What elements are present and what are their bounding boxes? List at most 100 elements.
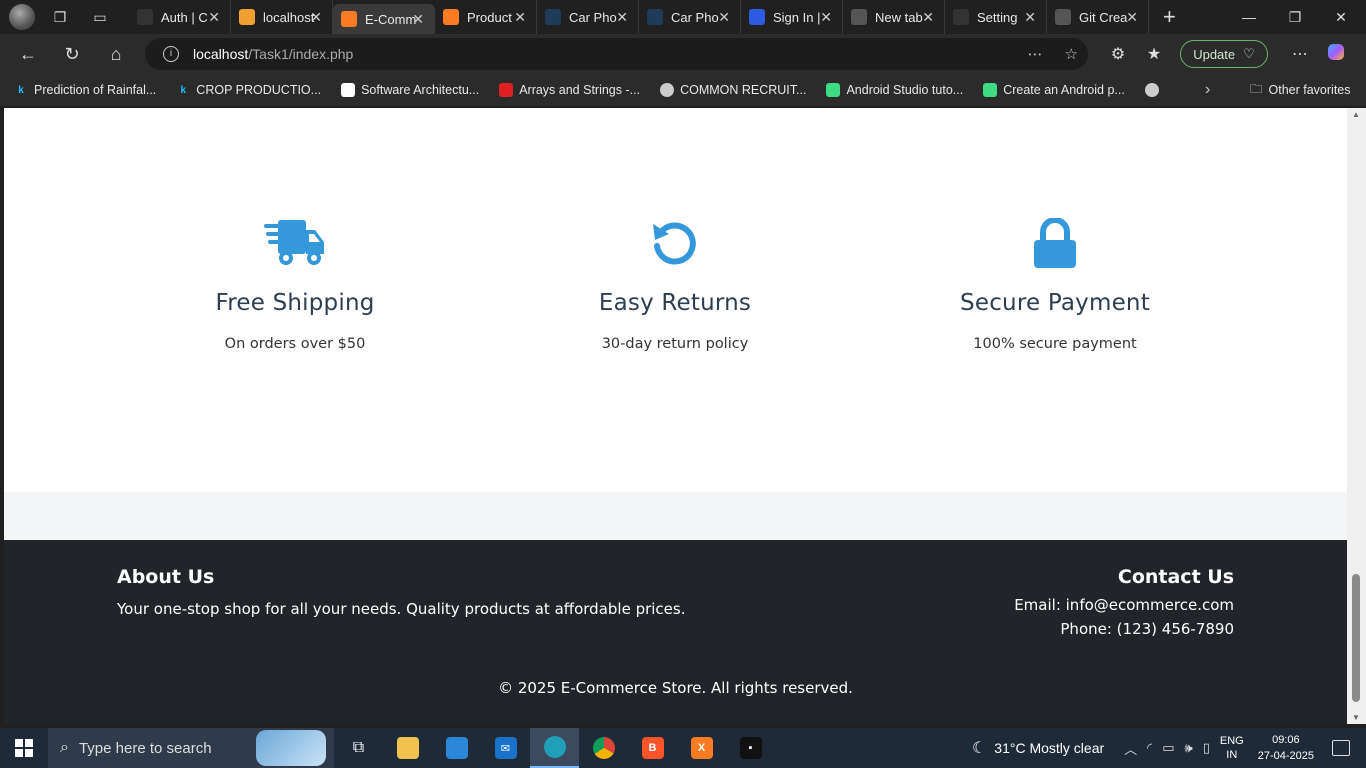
search-icon xyxy=(545,9,561,25)
mail-icon[interactable]: ✉ xyxy=(481,728,530,768)
scroll-up-icon[interactable]: ▲ xyxy=(1352,110,1360,119)
meet-now-icon[interactable]: ▯ xyxy=(1203,740,1210,756)
scrollbar-thumb[interactable] xyxy=(1352,574,1360,702)
tabs-container: Auth | C ✕ localhost ✕ E-Comm ✕ Product ✕ Car Ph… xyxy=(129,0,1149,34)
bookmark-item[interactable]: Android Studio tuto... xyxy=(826,83,963,97)
scroll-down-icon[interactable]: ▼ xyxy=(1352,713,1360,722)
bookmarks-bar: k Prediction of Rainfal... k CROP PRODUCTIO… xyxy=(0,74,1366,106)
browser-tab[interactable]: Setting ✕ xyxy=(945,0,1047,34)
site-info-icon[interactable]: i xyxy=(163,46,179,62)
tray-overflow-icon[interactable]: ︿ xyxy=(1124,739,1137,758)
tab-title: Setting xyxy=(977,9,1018,25)
tab-title: Git Crea xyxy=(1079,9,1128,25)
github-icon xyxy=(137,9,153,25)
settings-menu-icon[interactable]: ⋯ xyxy=(1282,44,1318,64)
close-tab-icon[interactable]: ✕ xyxy=(412,11,424,28)
minimize-icon[interactable]: — xyxy=(1226,9,1272,25)
close-tab-icon[interactable]: ✕ xyxy=(718,9,730,26)
notifications-icon[interactable] xyxy=(1332,740,1350,756)
chrome-icon[interactable] xyxy=(579,728,628,768)
store-icon[interactable] xyxy=(432,728,481,768)
browser-tab[interactable]: Product ✕ xyxy=(435,0,537,34)
start-button[interactable] xyxy=(0,728,48,768)
brave-icon[interactable]: B xyxy=(628,728,677,768)
bookmark-item[interactable]: k Prediction of Rainfal... xyxy=(14,83,156,97)
browser-tab[interactable]: Auth | C ✕ xyxy=(129,0,231,34)
more-options-icon[interactable]: ⋯ xyxy=(1028,45,1043,63)
close-tab-icon[interactable]: ✕ xyxy=(1126,9,1138,26)
browser-tab[interactable]: localhost ✕ xyxy=(231,0,333,34)
window-controls: — ❐ ✕ xyxy=(1226,0,1364,34)
copilot-icon[interactable] xyxy=(1318,42,1354,67)
bookmark-item[interactable]: Arrays and Strings -... xyxy=(499,83,640,97)
browser-tab[interactable]: Sign In | ✕ xyxy=(741,0,843,34)
battery-icon[interactable]: ▭ xyxy=(1162,740,1174,756)
language-indicator[interactable]: ENG IN xyxy=(1220,734,1244,762)
feature-desc: 100% secure payment xyxy=(973,336,1137,352)
volume-icon[interactable]: 🕪 xyxy=(1185,740,1193,756)
bookmark-label: Software Architectu... xyxy=(361,83,480,97)
close-tab-icon[interactable]: ✕ xyxy=(310,9,322,26)
browser-tab[interactable]: Git Crea ✕ xyxy=(1047,0,1149,34)
home-icon[interactable]: ⌂ xyxy=(94,44,138,65)
feature-desc: On orders over $50 xyxy=(224,336,366,352)
browser-tab[interactable]: Car Pho ✕ xyxy=(537,0,639,34)
tab-actions-icon[interactable]: ▭ xyxy=(89,6,111,28)
close-tab-icon[interactable]: ✕ xyxy=(922,9,934,26)
back-icon[interactable]: ← xyxy=(6,44,50,65)
profile-avatar[interactable] xyxy=(9,4,35,30)
favorite-star-icon[interactable]: ☆ xyxy=(1065,45,1078,63)
taskbar-search[interactable]: ⌕ Type here to search xyxy=(48,728,334,768)
zoom-icon xyxy=(749,9,765,25)
reload-icon[interactable]: ↻ xyxy=(50,44,94,65)
globe-icon xyxy=(660,83,675,97)
about-text: Your one-stop shop for all your needs. Q… xyxy=(117,600,686,618)
wifi-icon[interactable]: ◜ xyxy=(1147,740,1152,756)
restore-icon[interactable]: ❐ xyxy=(1272,9,1318,26)
browser-tab[interactable]: Car Pho ✕ xyxy=(639,0,741,34)
new-tab-icon[interactable]: + xyxy=(1163,4,1176,30)
feature-free-shipping: Free Shipping On orders over $50 xyxy=(145,218,445,352)
tab-title: Car Pho xyxy=(569,9,617,25)
weather-widget[interactable]: ☾ 31°C Mostly clear xyxy=(972,738,1104,758)
close-tab-icon[interactable]: ✕ xyxy=(1024,9,1036,26)
task-view-icon[interactable]: ⧉ xyxy=(334,728,383,768)
file-explorer-icon[interactable] xyxy=(383,728,432,768)
xampp-icon[interactable]: X xyxy=(677,728,726,768)
github-icon xyxy=(953,9,969,25)
navigation-bar: ← ↻ ⌂ i localhost/Task1/index.php ⋯ ☆ ⚙ … xyxy=(0,34,1366,74)
close-tab-icon[interactable]: ✕ xyxy=(820,9,832,26)
clock[interactable]: 09:06 27-04-2025 xyxy=(1258,732,1314,764)
bookmark-item[interactable]: COMMON RECRUIT... xyxy=(660,83,806,97)
close-tab-icon[interactable]: ✕ xyxy=(208,9,220,26)
page-scrollbar[interactable]: ▲ ▼ xyxy=(1347,108,1366,724)
tab-strip: ❐ ▭ Auth | C ✕ localhost ✕ E-Comm ✕ Product ✕ Ca… xyxy=(0,0,1366,34)
close-window-icon[interactable]: ✕ xyxy=(1318,9,1364,26)
update-button[interactable]: Update ♡ xyxy=(1180,40,1268,68)
address-bar[interactable]: i localhost/Task1/index.php ⋯ ☆ xyxy=(145,38,1088,70)
tab-title: New tab xyxy=(875,9,923,25)
extensions-icon[interactable]: ⚙ xyxy=(1100,44,1136,64)
bookmark-label: Arrays and Strings -... xyxy=(519,83,641,97)
browser-tab[interactable]: E-Comm ✕ xyxy=(333,4,435,34)
bookmark-item[interactable]: k CROP PRODUCTIO... xyxy=(176,83,322,97)
close-tab-icon[interactable]: ✕ xyxy=(616,9,628,26)
other-favorites[interactable]: 🗀 Other favorites xyxy=(1250,80,1351,101)
bookmark-item[interactable] xyxy=(1144,83,1165,97)
bookmark-label: Create an Android p... xyxy=(1003,83,1125,97)
browser-tab[interactable]: New tab ✕ xyxy=(843,0,945,34)
bookmarks-overflow-icon[interactable]: › xyxy=(1205,81,1210,99)
favorites-icon[interactable]: ★ xyxy=(1136,44,1172,64)
xampp-icon xyxy=(341,11,357,27)
workspaces-icon[interactable]: ❐ xyxy=(49,6,71,28)
close-tab-icon[interactable]: ✕ xyxy=(514,9,526,26)
edge-icon[interactable] xyxy=(530,728,579,768)
features-section: Free Shipping On orders over $50 Easy Re… xyxy=(4,108,1347,492)
feature-title: Free Shipping xyxy=(215,290,375,316)
github-desktop-icon[interactable]: ▪ xyxy=(726,728,775,768)
bookmark-icon xyxy=(499,83,514,97)
bookmark-item[interactable]: Software Architectu... xyxy=(341,83,479,97)
tab-title: Sign In | xyxy=(773,9,821,25)
bookmark-item[interactable]: Create an Android p... xyxy=(983,83,1125,97)
about-title: About Us xyxy=(117,566,215,588)
